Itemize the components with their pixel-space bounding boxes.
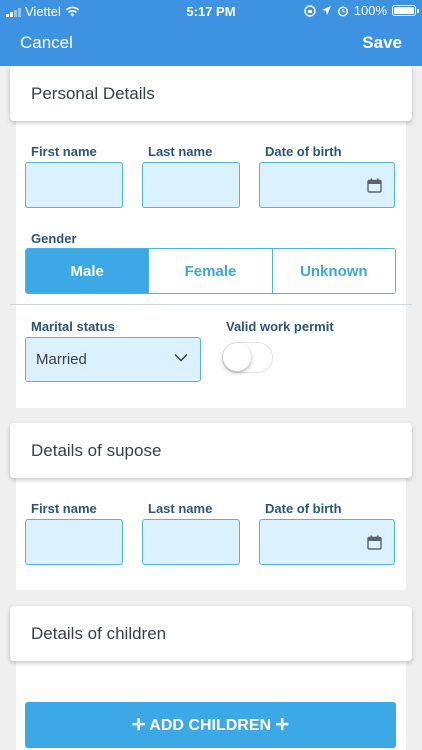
work-permit-toggle[interactable]: [222, 342, 273, 373]
save-button[interactable]: Save: [362, 33, 402, 53]
section-title: Details of supose: [31, 440, 162, 460]
gender-label: Gender: [31, 231, 77, 246]
cancel-button[interactable]: Cancel: [20, 33, 73, 53]
marital-status-value: Married: [36, 351, 87, 368]
calendar-icon: [367, 535, 382, 550]
spouse-date-of-birth-label: Date of birth: [265, 501, 342, 516]
personal-details-header: Personal Details: [10, 66, 412, 121]
location-arrow-icon: [321, 6, 331, 15]
first-name-input[interactable]: [25, 162, 123, 208]
section-title: Details of children: [31, 623, 167, 643]
form-content[interactable]: Personal Details First name Last name Da…: [0, 66, 422, 750]
add-children-button[interactable]: ✛ ADD CHILDREN ✛: [25, 702, 396, 748]
status-right: 100%: [304, 3, 419, 18]
section-divider: [10, 304, 412, 305]
spouse-last-name-label: Last name: [148, 501, 213, 516]
date-of-birth-input[interactable]: [259, 162, 395, 208]
children-details-header: Details of children: [10, 606, 412, 661]
alarm-icon: [337, 5, 348, 17]
spouse-date-of-birth-input[interactable]: [259, 519, 395, 565]
battery-percent: 100%: [353, 3, 387, 18]
gender-segmented-control: Male Female Unknown: [25, 248, 396, 294]
first-name-label: First name: [31, 144, 97, 159]
spouse-first-name-label: First name: [31, 501, 97, 516]
chevron-down-icon: [174, 353, 188, 362]
spouse-details-header: Details of supose: [10, 423, 412, 478]
gender-option-female[interactable]: Female: [148, 249, 272, 293]
last-name-input[interactable]: [142, 162, 240, 208]
gender-option-unknown[interactable]: Unknown: [271, 249, 395, 293]
marital-status-select[interactable]: Married: [25, 337, 201, 382]
toggle-knob: [223, 343, 251, 371]
gender-option-male[interactable]: Male: [26, 249, 149, 293]
screen-lock-icon: [304, 4, 316, 17]
spouse-last-name-input[interactable]: [142, 519, 240, 565]
last-name-label: Last name: [148, 144, 213, 159]
status-bar: Viettel 5:17 PM 100%: [0, 0, 422, 22]
nav-bar: Cancel Save: [0, 22, 422, 66]
date-of-birth-label: Date of birth: [265, 144, 342, 159]
marital-status-label: Marital status: [31, 319, 115, 334]
spouse-first-name-input[interactable]: [25, 519, 123, 565]
section-title: Personal Details: [31, 83, 155, 103]
work-permit-label: Valid work permit: [226, 319, 334, 334]
calendar-icon: [367, 178, 382, 193]
battery-icon: [392, 5, 419, 16]
